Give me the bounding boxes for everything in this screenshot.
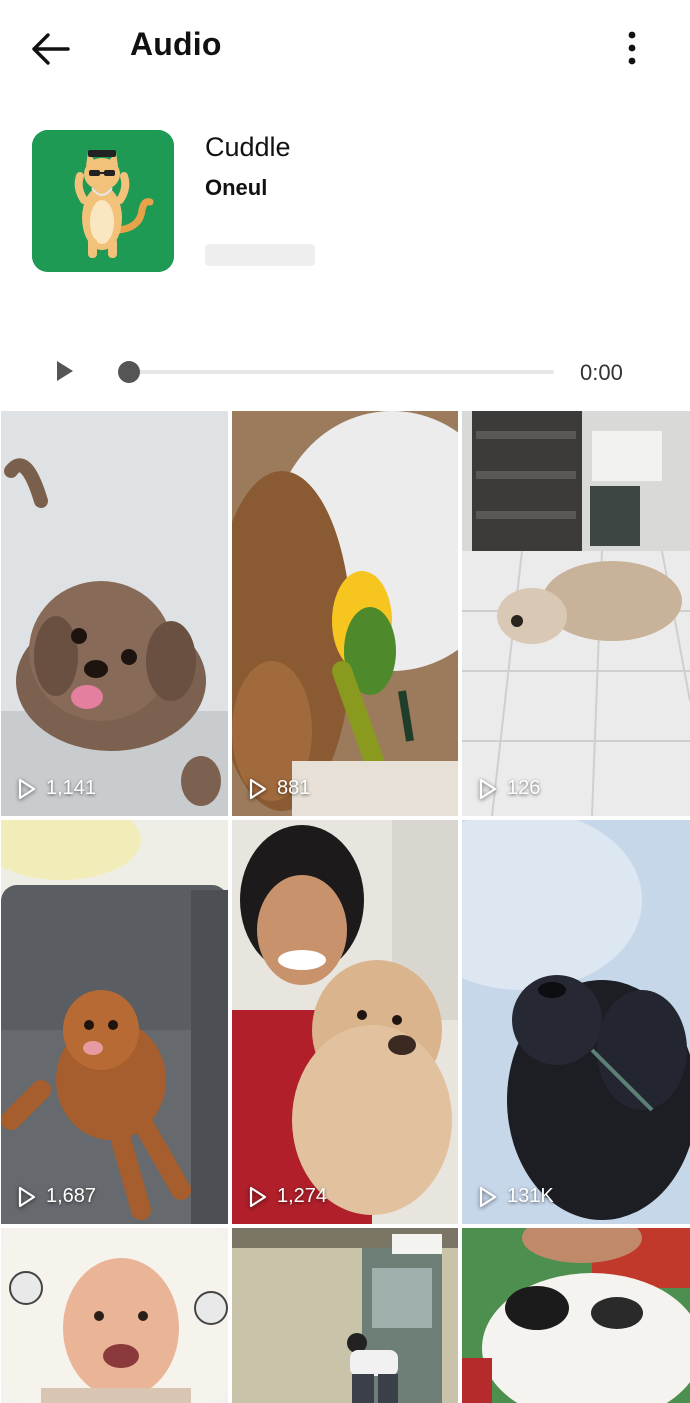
play-outline-icon [249,1186,267,1207]
play-button[interactable] [52,356,78,386]
video-tile[interactable]: 126 [462,411,690,816]
view-count: 131K [478,1185,554,1208]
video-tile[interactable]: 881 [232,411,458,816]
view-count: 1,687 [17,1185,96,1208]
video-thumbnail [232,820,458,1224]
video-tile[interactable]: 1,687 [1,820,228,1224]
video-tile[interactable] [232,1228,458,1403]
video-tile[interactable] [1,1228,228,1403]
audio-header: Cuddle Oneul [0,120,690,290]
back-button[interactable] [24,24,76,76]
top-app-bar: Audio [0,0,690,96]
play-outline-icon [479,1186,497,1207]
play-outline-icon [18,1186,36,1207]
view-count-label: 881 [277,777,311,799]
video-thumbnail [232,411,458,816]
view-count-label: 126 [507,777,541,799]
video-thumbnail [1,820,228,1224]
view-count: 881 [248,777,310,800]
view-count: 1,274 [248,1185,327,1208]
view-count-label: 1,687 [46,1185,97,1207]
song-title: Cuddle [205,132,291,162]
video-thumbnail [462,1228,690,1403]
audio-player: 0:00 [0,346,690,398]
play-outline-icon [249,778,267,799]
video-tile[interactable] [462,1228,690,1403]
play-outline-icon [479,778,497,799]
view-count-label: 1,141 [46,777,97,799]
play-outline-icon [18,778,36,799]
more-options-button[interactable] [612,26,652,70]
view-count-label: 1,274 [277,1185,328,1207]
play-icon [57,361,73,381]
more-vertical-icon [628,31,636,65]
progress-thumb[interactable] [118,361,140,383]
video-thumbnail [462,411,690,816]
video-thumbnail [232,1228,458,1403]
loading-placeholder [205,244,315,266]
video-tile[interactable]: 1,274 [232,820,458,1224]
video-tile[interactable]: 131K [462,820,690,1224]
view-count-label: 131K [507,1185,554,1207]
artist-name[interactable]: Oneul [205,175,267,201]
arrow-left-icon [32,33,70,65]
album-cover [32,130,174,272]
video-tile[interactable]: 1,141 [1,411,228,816]
page-title: Audio [130,26,222,62]
video-grid: 1,141 881 126 1,687 1,274 131K [0,411,690,1403]
video-thumbnail [1,411,228,816]
video-thumbnail [462,820,690,1224]
view-count: 1,141 [17,777,96,800]
cat-illustration-icon [32,130,174,272]
video-thumbnail [1,1228,228,1403]
progress-track[interactable] [128,370,554,374]
playback-time: 0:00 [580,360,623,385]
view-count: 126 [478,777,540,800]
